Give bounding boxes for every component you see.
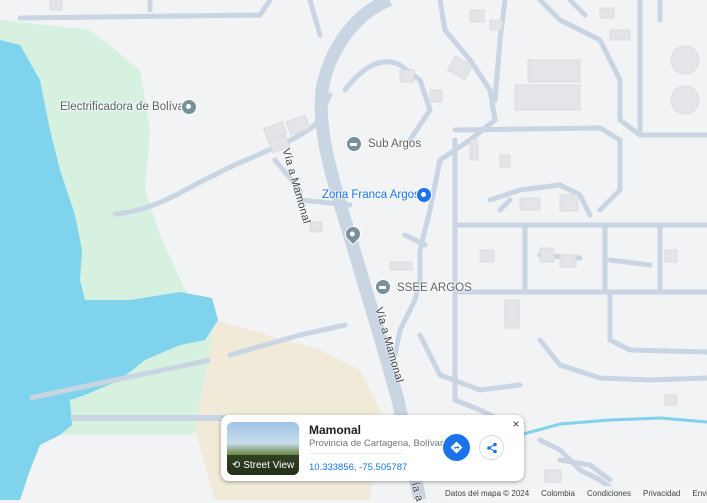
street-view-badge[interactable]: ⟲ Street View	[227, 455, 299, 475]
share-button[interactable]	[479, 435, 504, 460]
place-coordinates[interactable]: 10.333856, -75.505787	[309, 462, 407, 473]
directions-button[interactable]	[443, 434, 470, 461]
utility-pin-icon[interactable]	[181, 99, 197, 115]
building-pin-icon[interactable]	[375, 279, 391, 295]
map-footer: Datos del mapa © 2024 Colombia Condicion…	[441, 486, 707, 500]
terms-link[interactable]: Condiciones	[587, 489, 631, 498]
map-data-credit: Datos del mapa © 2024	[445, 488, 530, 498]
poi-label-sub-argos[interactable]: Sub Argos	[368, 138, 421, 150]
share-icon	[486, 442, 497, 453]
directions-icon	[450, 441, 463, 454]
close-button[interactable]: ×	[510, 418, 522, 430]
poi-label-electrificadora[interactable]: Electrificadora de Bolívar	[60, 101, 188, 113]
street-view-thumbnail[interactable]: ⟲ Street View	[227, 422, 299, 475]
lock-pin-icon[interactable]	[416, 187, 432, 203]
place-info-card[interactable]: ⟲ Street View Mamonal Provincia de Carta…	[221, 415, 524, 481]
building-pin-icon[interactable]	[346, 136, 362, 152]
card-divider	[309, 453, 403, 454]
place-subtitle: Provincia de Cartagena, Bolívar	[309, 438, 444, 449]
country-link[interactable]: Colombia	[541, 489, 575, 498]
feedback-link[interactable]: Enviar c	[692, 489, 707, 498]
poi-label-ssee-argos[interactable]: SSEE ARGOS	[397, 282, 472, 294]
place-title: Mamonal	[309, 423, 362, 437]
poi-label-zona-franca-argos[interactable]: Zona Franca Argos	[322, 189, 420, 201]
street-view-label: Street View	[243, 459, 295, 471]
privacy-link[interactable]: Privacidad	[643, 489, 680, 498]
street-view-icon: ⟲	[231, 459, 241, 471]
